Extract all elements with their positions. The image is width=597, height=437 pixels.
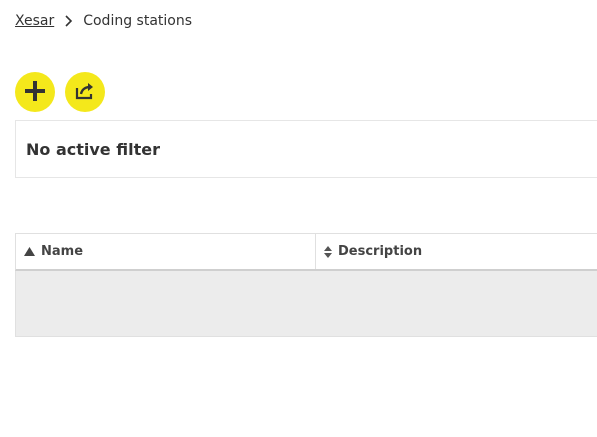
export-button[interactable] <box>65 72 105 112</box>
column-header-description[interactable]: Description <box>316 234 597 269</box>
column-header-name[interactable]: Name <box>16 234 316 269</box>
share-export-icon <box>74 81 96 104</box>
chevron-right-icon <box>60 12 78 30</box>
coding-stations-table: Name Description <box>15 233 597 337</box>
column-header-description-label: Description <box>338 244 423 259</box>
toolbar <box>15 72 105 112</box>
column-header-name-label: Name <box>41 244 84 259</box>
table-header: Name Description <box>15 233 597 271</box>
breadcrumb-current: Coding stations <box>83 13 193 29</box>
plus-icon <box>25 80 45 104</box>
sort-asc-icon <box>24 247 35 256</box>
filter-status: No active filter <box>26 139 160 159</box>
table-body-empty <box>15 271 597 337</box>
breadcrumb: Xesar Coding stations <box>15 12 192 30</box>
coding-stations-page: Xesar Coding stations No active filter N… <box>0 0 597 437</box>
filter-panel[interactable]: No active filter <box>15 120 597 178</box>
breadcrumb-link-xesar[interactable]: Xesar <box>15 12 54 30</box>
sort-both-icon <box>324 245 332 258</box>
add-button[interactable] <box>15 72 55 112</box>
